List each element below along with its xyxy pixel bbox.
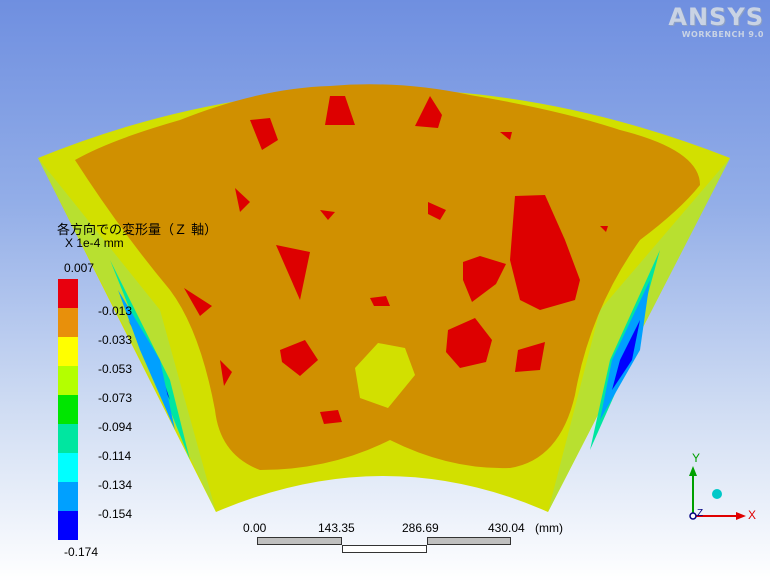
legend-level-label: -0.094 <box>98 420 133 434</box>
legend-level-label: -0.053 <box>98 362 133 376</box>
legend-swatch <box>58 366 78 395</box>
contour-plot[interactable] <box>0 0 770 582</box>
scale-unit: (mm) <box>535 521 563 535</box>
axis-y-label: Y <box>692 451 701 465</box>
scale-bar <box>257 537 511 556</box>
legend-bottom-value: -0.174 <box>64 545 99 559</box>
legend-level-label: -0.114 <box>98 449 132 463</box>
brand-subtitle: WORKBENCH 9.0 <box>681 30 764 39</box>
scale-tick-2: 286.69 <box>402 521 439 535</box>
legend-swatch <box>58 424 78 453</box>
brand-name: ANSYS <box>668 3 764 31</box>
legend-level-label: -0.013 <box>98 304 133 318</box>
scale-tick-1: 143.35 <box>318 521 355 535</box>
scale-tick-3: 430.04 <box>488 521 525 535</box>
scale-seg-2 <box>342 545 427 553</box>
legend-swatch <box>58 279 78 308</box>
scale-tick-0: 0.00 <box>243 521 267 535</box>
legend-level-label: -0.134 <box>98 478 133 492</box>
legend-swatch <box>58 395 78 424</box>
legend-scale-factor: X 1e-4 mm <box>65 236 124 250</box>
legend-swatch <box>58 482 78 511</box>
scale-seg-3 <box>427 537 511 545</box>
ansys-logo: ANSYS WORKBENCH 9.0 <box>668 4 764 39</box>
legend-swatch <box>58 308 78 337</box>
legend-top-value: 0.007 <box>64 261 95 275</box>
legend-swatch <box>58 453 78 482</box>
axis-z-label: Z <box>697 508 704 519</box>
legend-swatch <box>58 511 78 540</box>
legend-level-label: -0.033 <box>98 333 133 347</box>
scale-seg-1 <box>257 537 342 545</box>
legend-swatch <box>58 337 78 366</box>
legend-level-label: -0.073 <box>98 391 133 405</box>
axis-x-label: X <box>748 508 757 522</box>
graphics-viewport[interactable]: ANSYS WORKBENCH 9.0 各方向での変形量（Ｚ 軸） X 1e-4… <box>0 0 770 582</box>
legend-color-bar <box>58 279 78 540</box>
legend-level-label: -0.154 <box>98 507 133 521</box>
